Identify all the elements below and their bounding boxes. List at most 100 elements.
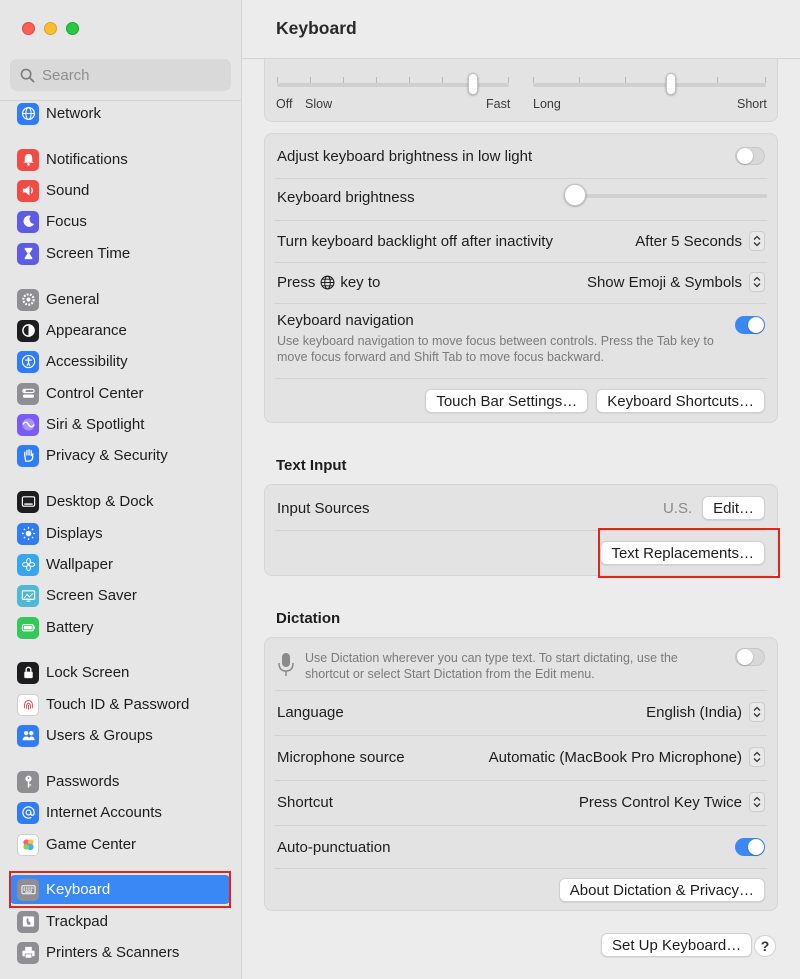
dictation-language-label: Language: [277, 703, 344, 721]
press-globe-key-row: Press key to Show Emoji & Symbols: [277, 269, 765, 295]
sidebar-item-label: Touch ID & Password: [46, 696, 190, 713]
press-prefix: Press: [277, 273, 316, 291]
divider: [275, 220, 767, 221]
divider: [275, 530, 767, 531]
sidebar-item-general[interactable]: General: [9, 285, 231, 314]
tick: [579, 77, 580, 83]
sidebar-item-control-center[interactable]: Control Center: [9, 379, 231, 408]
dictation-toggle-row: Use Dictation wherever you can type text…: [277, 648, 765, 684]
keyboard-shortcuts-button[interactable]: Keyboard Shortcuts…: [596, 389, 765, 413]
touch-bar-settings-button[interactable]: Touch Bar Settings…: [425, 389, 589, 413]
backlight-off-popup[interactable]: After 5 Seconds: [635, 231, 765, 251]
sidebar-item-wallpaper[interactable]: Wallpaper: [9, 550, 231, 579]
close-window-button[interactable]: [22, 22, 35, 35]
delay-until-repeat-knob[interactable]: [666, 73, 676, 95]
auto-punctuation-label: Auto-punctuation: [277, 838, 391, 856]
globe-icon: [17, 102, 39, 125]
tick: [442, 77, 443, 83]
zoom-window-button[interactable]: [66, 22, 79, 35]
sidebar-item-label: Screen Time: [46, 245, 131, 262]
input-sources-edit-button[interactable]: Edit…: [702, 496, 765, 520]
sidebar-item-screen-saver[interactable]: Screen Saver: [9, 581, 231, 610]
sidebar-item-label: Siri & Spotlight: [46, 416, 145, 433]
sidebar-item-game-center[interactable]: Game Center: [9, 830, 231, 859]
dictation-toggle[interactable]: [735, 648, 765, 666]
sidebar-item-label: Lock Screen: [46, 664, 130, 681]
set-up-keyboard-button[interactable]: Set Up Keyboard…: [601, 933, 753, 957]
sidebar-item-passwords[interactable]: Passwords: [9, 767, 231, 796]
sidebar-item-privacy-and-security[interactable]: Privacy & Security: [9, 441, 231, 470]
press-suffix: key to: [340, 273, 381, 291]
sidebar-item-displays[interactable]: Displays: [9, 519, 231, 548]
sidebar-item-label: Sound: [46, 182, 90, 199]
keyboard-settings-card: Adjust keyboard brightness in low light …: [264, 133, 778, 423]
tick: [717, 77, 718, 83]
about-dictation-privacy-button[interactable]: About Dictation & Privacy…: [558, 878, 765, 902]
sidebar-item-notifications[interactable]: Notifications: [9, 145, 231, 174]
text-input-section-title: Text Input: [276, 457, 347, 474]
sidebar-item-label: Screen Saver: [46, 587, 137, 604]
divider: [275, 378, 767, 379]
tick: [376, 77, 377, 83]
sidebar-item-appearance[interactable]: Appearance: [9, 316, 231, 345]
sidebar-item-users-and-groups[interactable]: Users & Groups: [9, 721, 231, 750]
help-button[interactable]: ?: [754, 935, 776, 957]
dictation-shortcut-popup[interactable]: Press Control Key Twice: [579, 792, 765, 812]
sidebar-item-label: Trackpad: [46, 913, 108, 930]
sidebar-item-label: Internet Accounts: [46, 804, 162, 821]
sidebar-item-label: Battery: [46, 619, 94, 636]
brightness-low-light-row: Adjust keyboard brightness in low light: [277, 144, 765, 168]
microphone-source-popup[interactable]: Automatic (MacBook Pro Microphone): [489, 747, 765, 767]
auto-punctuation-toggle[interactable]: [735, 838, 765, 856]
minimize-window-button[interactable]: [44, 22, 57, 35]
sidebar-item-internet-accounts[interactable]: Internet Accounts: [9, 798, 231, 827]
bell-icon: [17, 148, 39, 171]
sidebar-item-printers-and-scanners[interactable]: Printers & Scanners: [9, 938, 231, 967]
tick: [508, 77, 509, 83]
sidebar-item-desktop-and-dock[interactable]: Desktop & Dock: [9, 487, 231, 516]
sidebar-item-network[interactable]: Network: [9, 99, 231, 128]
microphone-icon: [278, 653, 294, 676]
sidebar-item-lock-screen[interactable]: Lock Screen: [9, 658, 231, 687]
accessibility-icon: [17, 350, 39, 373]
dictation-language-row: Language English (India): [277, 699, 765, 725]
press-globe-key-value: Show Emoji & Symbols: [586, 273, 742, 291]
keyboard-brightness-knob[interactable]: [564, 184, 586, 206]
sidebar-item-keyboard[interactable]: Keyboard: [9, 875, 231, 904]
dictation-description: Use Dictation wherever you can type text…: [305, 651, 678, 681]
sidebar-item-screen-time[interactable]: Screen Time: [9, 239, 231, 268]
sidebar-item-label: Notifications: [46, 151, 128, 168]
sidebar-item-trackpad[interactable]: Trackpad: [9, 907, 231, 936]
sidebar-item-focus[interactable]: Focus: [9, 207, 231, 236]
dictation-card: Use Dictation wherever you can type text…: [264, 637, 778, 911]
brightness-low-light-toggle[interactable]: [735, 147, 765, 165]
keyboard-brightness-track[interactable]: [566, 194, 767, 198]
divider: [275, 690, 767, 691]
hourglass-icon: [17, 242, 39, 265]
tick: [625, 77, 626, 83]
fingerprint-icon: [17, 693, 39, 716]
text-replacements-button[interactable]: Text Replacements…: [600, 541, 765, 565]
sidebar-item-label: General: [46, 291, 100, 308]
sidebar-item-label: Game Center: [46, 836, 137, 853]
press-globe-key-popup[interactable]: Show Emoji & Symbols: [587, 272, 765, 292]
key-repeat-fast-label: Fast: [486, 97, 511, 111]
sidebar-item-sound[interactable]: Sound: [9, 176, 231, 205]
search-icon: [20, 68, 35, 82]
delay-long-label: Long: [533, 97, 561, 111]
dictation-language-popup[interactable]: English (India): [646, 702, 765, 722]
search-placeholder: Search: [42, 66, 90, 84]
delay-until-repeat-track[interactable]: [533, 83, 766, 87]
key-repeat-rate-knob[interactable]: [468, 73, 478, 95]
sidebar-item-label: Control Center: [46, 385, 144, 402]
keyboard-brightness-label: Keyboard brightness: [277, 188, 415, 206]
sidebar-item-accessibility[interactable]: Accessibility: [9, 347, 231, 376]
search-input[interactable]: Search: [10, 59, 231, 91]
sidebar-item-battery[interactable]: Battery: [9, 613, 231, 642]
sidebar-item-siri-and-spotlight[interactable]: Siri & Spotlight: [9, 410, 231, 439]
sidebar-item-touch-id-and-password[interactable]: Touch ID & Password: [9, 690, 231, 719]
keyboard-navigation-toggle[interactable]: [735, 316, 765, 334]
tick: [343, 77, 344, 83]
sidebar: Search Network Notifications Sound Focus Scr…: [0, 0, 242, 979]
keyboard-buttons-row: Touch Bar Settings… Keyboard Shortcuts…: [277, 388, 765, 414]
